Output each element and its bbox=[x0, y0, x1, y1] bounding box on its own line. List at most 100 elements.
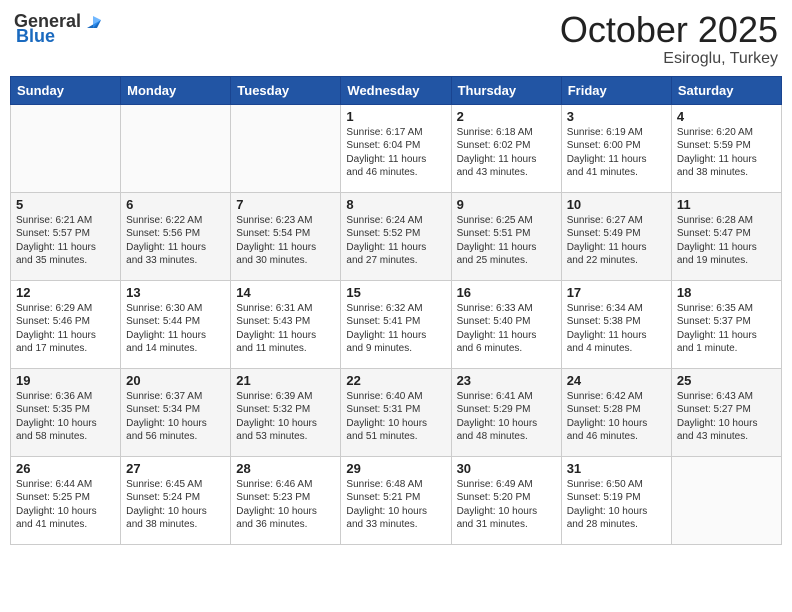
day-info: Sunrise: 6:36 AM Sunset: 5:35 PM Dayligh… bbox=[16, 390, 115, 444]
day-number: 24 bbox=[567, 373, 666, 388]
calendar-week-row: 5 Sunrise: 6:21 AM Sunset: 5:57 PM Daylig… bbox=[11, 192, 782, 280]
calendar-day-cell: 18Sunrise: 6:35 AM Sunset: 5:37 PM Dayli… bbox=[671, 280, 781, 368]
weekday-header-row: SundayMondayTuesdayWednesdayThursdayFrid… bbox=[11, 76, 782, 104]
day-number: 7 bbox=[236, 197, 335, 212]
day-info: Sunrise: 6:17 AM Sunset: 6:04 PM Dayligh… bbox=[346, 126, 445, 180]
day-number: 18 bbox=[677, 285, 776, 300]
calendar-week-row: 26 Sunrise: 6:44 AM Sunset: 5:25 PM Dayli… bbox=[11, 456, 782, 544]
calendar-day-cell: 21 Sunrise: 6:39 AM Sunset: 5:32 PM Dayli… bbox=[231, 368, 341, 456]
day-number: 10 bbox=[567, 197, 666, 212]
calendar-day-cell: 4 Sunrise: 6:20 AM Sunset: 5:59 PM Daylig… bbox=[671, 104, 781, 192]
day-number: 26 bbox=[16, 461, 115, 476]
day-number: 9 bbox=[457, 197, 556, 212]
title-block: October 2025 Esiroglu, Turkey bbox=[560, 10, 778, 68]
calendar-week-row: 12Sunrise: 6:29 AM Sunset: 5:46 PM Dayli… bbox=[11, 280, 782, 368]
calendar-day-cell: 20 Sunrise: 6:37 AM Sunset: 5:34 PM Dayli… bbox=[121, 368, 231, 456]
calendar-day-cell: 14 Sunrise: 6:31 AM Sunset: 5:43 PM Dayli… bbox=[231, 280, 341, 368]
weekday-header-saturday: Saturday bbox=[671, 76, 781, 104]
day-info: Sunrise: 6:42 AM Sunset: 5:28 PM Dayligh… bbox=[567, 390, 666, 444]
day-number: 2 bbox=[457, 109, 556, 124]
day-info: Sunrise: 6:32 AM Sunset: 5:41 PM Dayligh… bbox=[346, 302, 445, 356]
calendar-day-cell: 23Sunrise: 6:41 AM Sunset: 5:29 PM Dayli… bbox=[451, 368, 561, 456]
calendar-day-cell: 10 Sunrise: 6:27 AM Sunset: 5:49 PM Dayli… bbox=[561, 192, 671, 280]
logo: General Blue bbox=[14, 10, 105, 47]
calendar-day-cell: 29 Sunrise: 6:48 AM Sunset: 5:21 PM Dayli… bbox=[341, 456, 451, 544]
calendar-table: SundayMondayTuesdayWednesdayThursdayFrid… bbox=[10, 76, 782, 545]
calendar-day-cell: 12Sunrise: 6:29 AM Sunset: 5:46 PM Dayli… bbox=[11, 280, 121, 368]
day-info: Sunrise: 6:46 AM Sunset: 5:23 PM Dayligh… bbox=[236, 478, 335, 532]
calendar-day-cell: 3Sunrise: 6:19 AM Sunset: 6:00 PM Daylig… bbox=[561, 104, 671, 192]
calendar-day-cell: 30 Sunrise: 6:49 AM Sunset: 5:20 PM Dayli… bbox=[451, 456, 561, 544]
day-number: 4 bbox=[677, 109, 776, 124]
day-info: Sunrise: 6:30 AM Sunset: 5:44 PM Dayligh… bbox=[126, 302, 225, 356]
day-number: 20 bbox=[126, 373, 225, 388]
calendar-day-cell: 27 Sunrise: 6:45 AM Sunset: 5:24 PM Dayli… bbox=[121, 456, 231, 544]
day-info: Sunrise: 6:39 AM Sunset: 5:32 PM Dayligh… bbox=[236, 390, 335, 444]
day-number: 29 bbox=[346, 461, 445, 476]
calendar-day-cell: 13 Sunrise: 6:30 AM Sunset: 5:44 PM Dayli… bbox=[121, 280, 231, 368]
calendar-day-cell: 31 Sunrise: 6:50 AM Sunset: 5:19 PM Dayli… bbox=[561, 456, 671, 544]
page-header: General Blue October 2025 Esiroglu, Turk… bbox=[10, 10, 782, 68]
day-info: Sunrise: 6:37 AM Sunset: 5:34 PM Dayligh… bbox=[126, 390, 225, 444]
day-number: 14 bbox=[236, 285, 335, 300]
day-info: Sunrise: 6:25 AM Sunset: 5:51 PM Dayligh… bbox=[457, 214, 556, 268]
day-info: Sunrise: 6:19 AM Sunset: 6:00 PM Dayligh… bbox=[567, 126, 666, 180]
calendar-day-cell: 26 Sunrise: 6:44 AM Sunset: 5:25 PM Dayli… bbox=[11, 456, 121, 544]
weekday-header-wednesday: Wednesday bbox=[341, 76, 451, 104]
day-number: 6 bbox=[126, 197, 225, 212]
day-info: Sunrise: 6:33 AM Sunset: 5:40 PM Dayligh… bbox=[457, 302, 556, 356]
day-info: Sunrise: 6:49 AM Sunset: 5:20 PM Dayligh… bbox=[457, 478, 556, 532]
day-number: 5 bbox=[16, 197, 115, 212]
weekday-header-tuesday: Tuesday bbox=[231, 76, 341, 104]
logo-icon bbox=[83, 10, 105, 32]
day-info: Sunrise: 6:34 AM Sunset: 5:38 PM Dayligh… bbox=[567, 302, 666, 356]
calendar-day-cell bbox=[671, 456, 781, 544]
day-number: 25 bbox=[677, 373, 776, 388]
day-info: Sunrise: 6:28 AM Sunset: 5:47 PM Dayligh… bbox=[677, 214, 776, 268]
day-number: 30 bbox=[457, 461, 556, 476]
calendar-day-cell: 11 Sunrise: 6:28 AM Sunset: 5:47 PM Dayli… bbox=[671, 192, 781, 280]
calendar-week-row: 19 Sunrise: 6:36 AM Sunset: 5:35 PM Dayli… bbox=[11, 368, 782, 456]
day-number: 13 bbox=[126, 285, 225, 300]
calendar-day-cell: 2 Sunrise: 6:18 AM Sunset: 6:02 PM Daylig… bbox=[451, 104, 561, 192]
day-info: Sunrise: 6:44 AM Sunset: 5:25 PM Dayligh… bbox=[16, 478, 115, 532]
day-info: Sunrise: 6:50 AM Sunset: 5:19 PM Dayligh… bbox=[567, 478, 666, 532]
day-number: 1 bbox=[346, 109, 445, 124]
day-number: 31 bbox=[567, 461, 666, 476]
day-number: 11 bbox=[677, 197, 776, 212]
day-number: 16 bbox=[457, 285, 556, 300]
day-number: 15 bbox=[346, 285, 445, 300]
day-number: 21 bbox=[236, 373, 335, 388]
day-info: Sunrise: 6:48 AM Sunset: 5:21 PM Dayligh… bbox=[346, 478, 445, 532]
calendar-day-cell bbox=[11, 104, 121, 192]
weekday-header-monday: Monday bbox=[121, 76, 231, 104]
day-info: Sunrise: 6:29 AM Sunset: 5:46 PM Dayligh… bbox=[16, 302, 115, 356]
logo-blue: Blue bbox=[16, 26, 55, 47]
weekday-header-sunday: Sunday bbox=[11, 76, 121, 104]
calendar-day-cell: 28 Sunrise: 6:46 AM Sunset: 5:23 PM Dayli… bbox=[231, 456, 341, 544]
calendar-day-cell bbox=[231, 104, 341, 192]
calendar-day-cell: 22Sunrise: 6:40 AM Sunset: 5:31 PM Dayli… bbox=[341, 368, 451, 456]
day-info: Sunrise: 6:41 AM Sunset: 5:29 PM Dayligh… bbox=[457, 390, 556, 444]
calendar-day-cell: 16 Sunrise: 6:33 AM Sunset: 5:40 PM Dayli… bbox=[451, 280, 561, 368]
weekday-header-thursday: Thursday bbox=[451, 76, 561, 104]
calendar-day-cell: 24 Sunrise: 6:42 AM Sunset: 5:28 PM Dayli… bbox=[561, 368, 671, 456]
day-number: 27 bbox=[126, 461, 225, 476]
calendar-day-cell: 15 Sunrise: 6:32 AM Sunset: 5:41 PM Dayli… bbox=[341, 280, 451, 368]
day-info: Sunrise: 6:45 AM Sunset: 5:24 PM Dayligh… bbox=[126, 478, 225, 532]
day-info: Sunrise: 6:18 AM Sunset: 6:02 PM Dayligh… bbox=[457, 126, 556, 180]
calendar-day-cell: 9 Sunrise: 6:25 AM Sunset: 5:51 PM Daylig… bbox=[451, 192, 561, 280]
day-info: Sunrise: 6:31 AM Sunset: 5:43 PM Dayligh… bbox=[236, 302, 335, 356]
day-number: 19 bbox=[16, 373, 115, 388]
day-number: 28 bbox=[236, 461, 335, 476]
calendar-day-cell: 5 Sunrise: 6:21 AM Sunset: 5:57 PM Daylig… bbox=[11, 192, 121, 280]
day-number: 17 bbox=[567, 285, 666, 300]
day-info: Sunrise: 6:20 AM Sunset: 5:59 PM Dayligh… bbox=[677, 126, 776, 180]
day-info: Sunrise: 6:27 AM Sunset: 5:49 PM Dayligh… bbox=[567, 214, 666, 268]
location-title: Esiroglu, Turkey bbox=[560, 50, 778, 68]
calendar-day-cell: 1 Sunrise: 6:17 AM Sunset: 6:04 PM Daylig… bbox=[341, 104, 451, 192]
weekday-header-friday: Friday bbox=[561, 76, 671, 104]
day-info: Sunrise: 6:24 AM Sunset: 5:52 PM Dayligh… bbox=[346, 214, 445, 268]
day-info: Sunrise: 6:21 AM Sunset: 5:57 PM Dayligh… bbox=[16, 214, 115, 268]
calendar-day-cell: 17 Sunrise: 6:34 AM Sunset: 5:38 PM Dayli… bbox=[561, 280, 671, 368]
